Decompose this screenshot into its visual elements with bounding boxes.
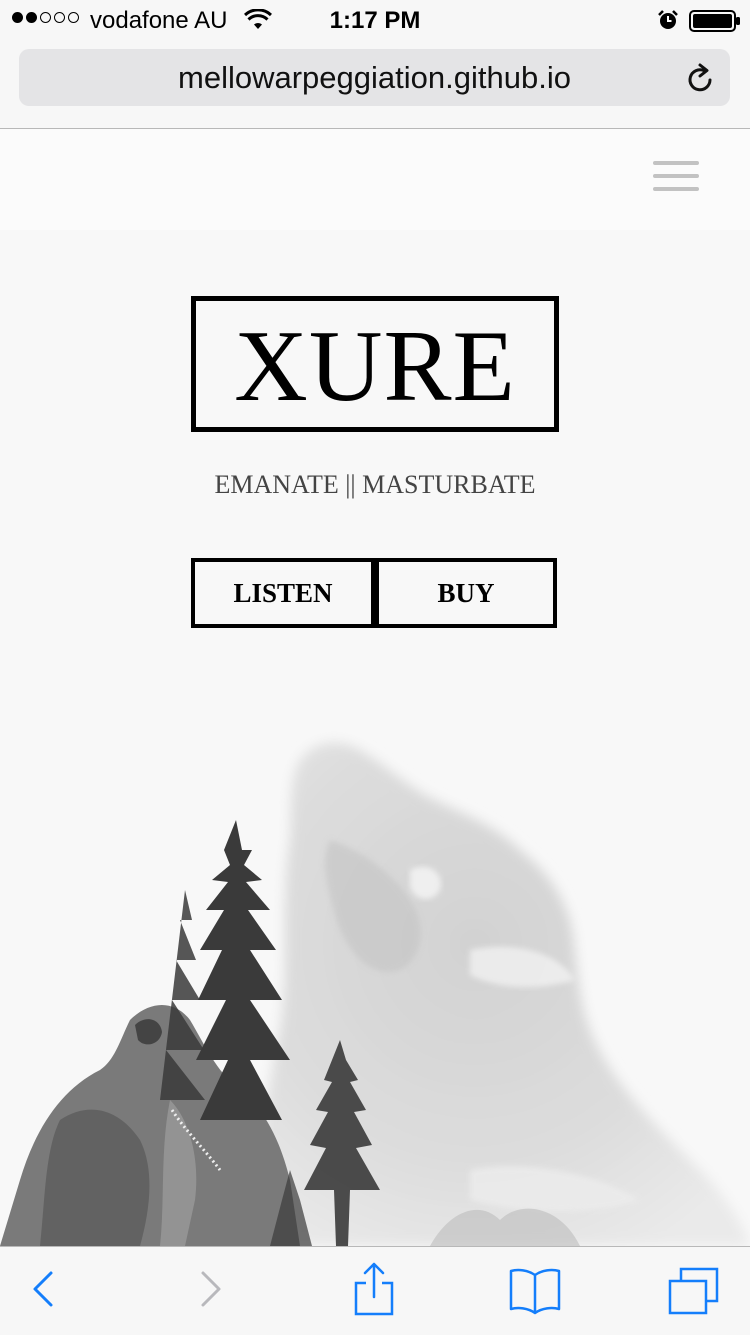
menu-icon[interactable] — [653, 161, 699, 193]
forward-icon[interactable] — [198, 1265, 224, 1318]
tagline: EMANATE || MASTURBATE — [214, 470, 536, 499]
alarm-icon — [656, 9, 680, 38]
reload-icon[interactable] — [686, 62, 716, 99]
buy-button[interactable]: BUY — [375, 558, 557, 628]
logo-text: XURE — [234, 309, 516, 423]
battery-icon — [689, 10, 741, 39]
bookmarks-icon[interactable] — [508, 1267, 562, 1320]
share-icon[interactable] — [353, 1261, 395, 1322]
hero-artwork — [0, 700, 750, 1246]
site-header — [0, 129, 750, 230]
site-logo: XURE — [191, 296, 559, 432]
back-icon[interactable] — [30, 1265, 56, 1318]
status-bar: vodafone AU 1:17 PM — [0, 0, 750, 40]
url-field[interactable]: mellowarpeggiation.github.io — [19, 49, 730, 106]
browser-address-bar: mellowarpeggiation.github.io — [0, 40, 750, 129]
tabs-icon[interactable] — [667, 1265, 721, 1322]
browser-toolbar — [0, 1246, 750, 1335]
url-text[interactable]: mellowarpeggiation.github.io — [19, 49, 730, 106]
clock: 1:17 PM — [329, 7, 421, 34]
listen-button[interactable]: LISTEN — [191, 558, 375, 628]
